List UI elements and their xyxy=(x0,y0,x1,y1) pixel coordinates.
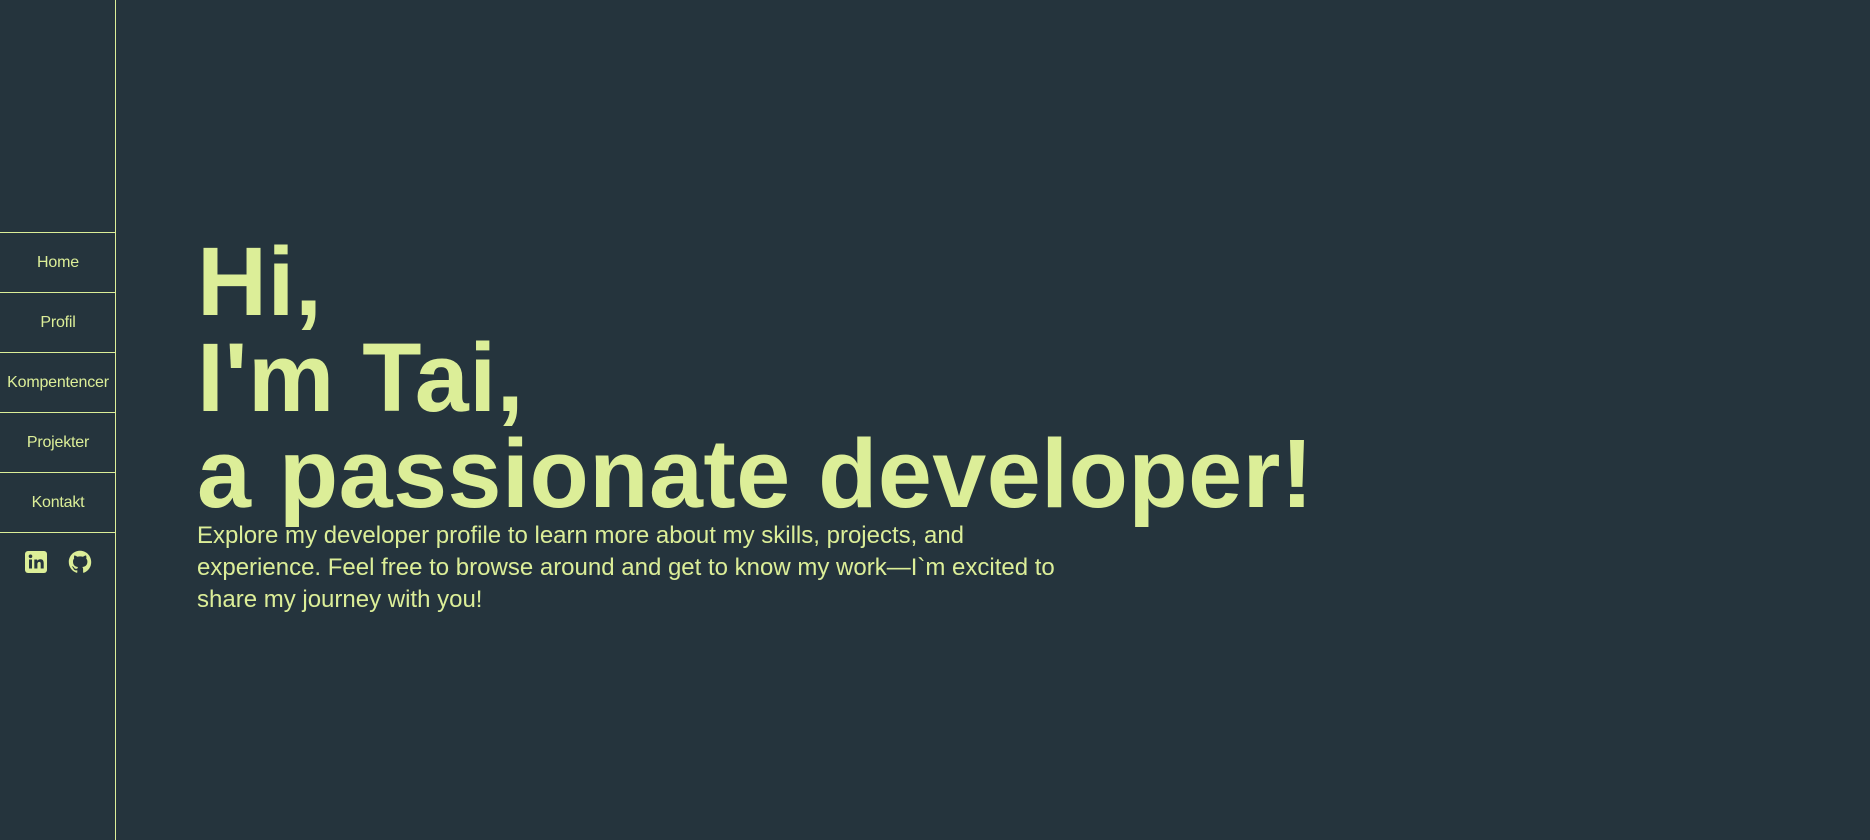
sidebar-item-profil[interactable]: Profil xyxy=(0,292,116,352)
sidebar-item-kontakt[interactable]: Kontakt xyxy=(0,472,116,532)
linkedin-icon[interactable] xyxy=(24,550,48,574)
hero-name: I'm Tai, xyxy=(197,323,525,433)
github-icon[interactable] xyxy=(68,550,92,574)
page: Home Profil Kompentencer Projekter Konta… xyxy=(0,0,1870,840)
sidebar-item-kompentencer[interactable]: Kompentencer xyxy=(0,352,116,412)
social-links xyxy=(0,550,116,574)
sidebar-item-home[interactable]: Home xyxy=(0,232,116,292)
hero-intro-text: Explore my developer profile to learn mo… xyxy=(197,522,1055,613)
hero-tagline: a passionate developer! xyxy=(197,419,1314,529)
sidebar-item-projekter[interactable]: Projekter xyxy=(0,412,116,472)
hero-greeting: Hi, xyxy=(197,227,323,337)
nav-divider xyxy=(0,532,116,533)
sidebar-nav: Home Profil Kompentencer Projekter Konta… xyxy=(0,232,116,533)
sidebar: Home Profil Kompentencer Projekter Konta… xyxy=(0,0,116,840)
hero-heading: Hi, I'm Tai, a passionate developer! xyxy=(197,227,1697,529)
